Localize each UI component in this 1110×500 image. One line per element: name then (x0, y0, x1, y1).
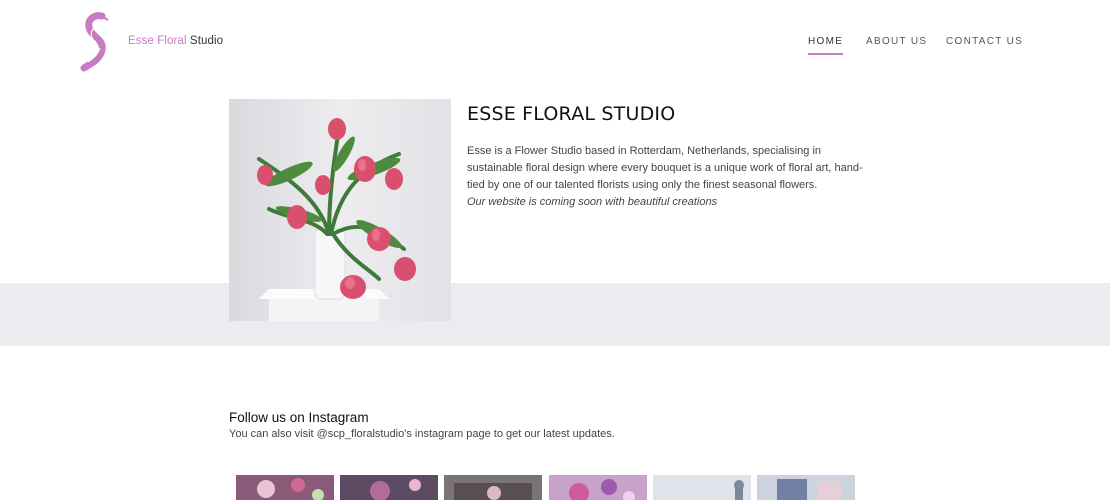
instagram-section: Follow us on Instagram You can also visi… (229, 410, 869, 440)
instagram-heading: Follow us on Instagram (229, 410, 369, 425)
instagram-thumb[interactable] (444, 475, 542, 500)
site-header: Esse Floral Studio HOME ABOUT US CONTACT… (0, 0, 1110, 90)
brand-name-part1: Esse Floral (128, 35, 187, 47)
instagram-thumb[interactable] (340, 475, 438, 500)
brand-name[interactable]: Esse Floral Studio (128, 35, 223, 47)
grey-band (0, 283, 1110, 346)
instagram-thumb[interactable] (757, 475, 855, 500)
hero-flower-image (229, 99, 451, 321)
page-title: ESSE FLORAL STUDIO (467, 103, 676, 125)
nav-about-us[interactable]: ABOUT US (866, 36, 927, 47)
intro-section: ESSE FLORAL STUDIO Esse is a Flower Stud… (467, 103, 867, 211)
logo-icon[interactable] (78, 12, 114, 72)
intro-body: Esse is a Flower Studio based in Rotterd… (467, 145, 863, 191)
instagram-thumb[interactable] (653, 475, 751, 500)
instagram-subtext: You can also visit @scp_floralstudio's i… (229, 428, 615, 440)
nav-home[interactable]: HOME (808, 36, 844, 55)
nav-contact-us[interactable]: CONTACT US (946, 36, 1023, 47)
instagram-thumb[interactable] (549, 475, 647, 500)
intro-note: Our website is coming soon with beautifu… (467, 196, 718, 208)
brand-name-part2: Studio (189, 35, 224, 47)
instagram-thumb[interactable] (236, 475, 334, 500)
